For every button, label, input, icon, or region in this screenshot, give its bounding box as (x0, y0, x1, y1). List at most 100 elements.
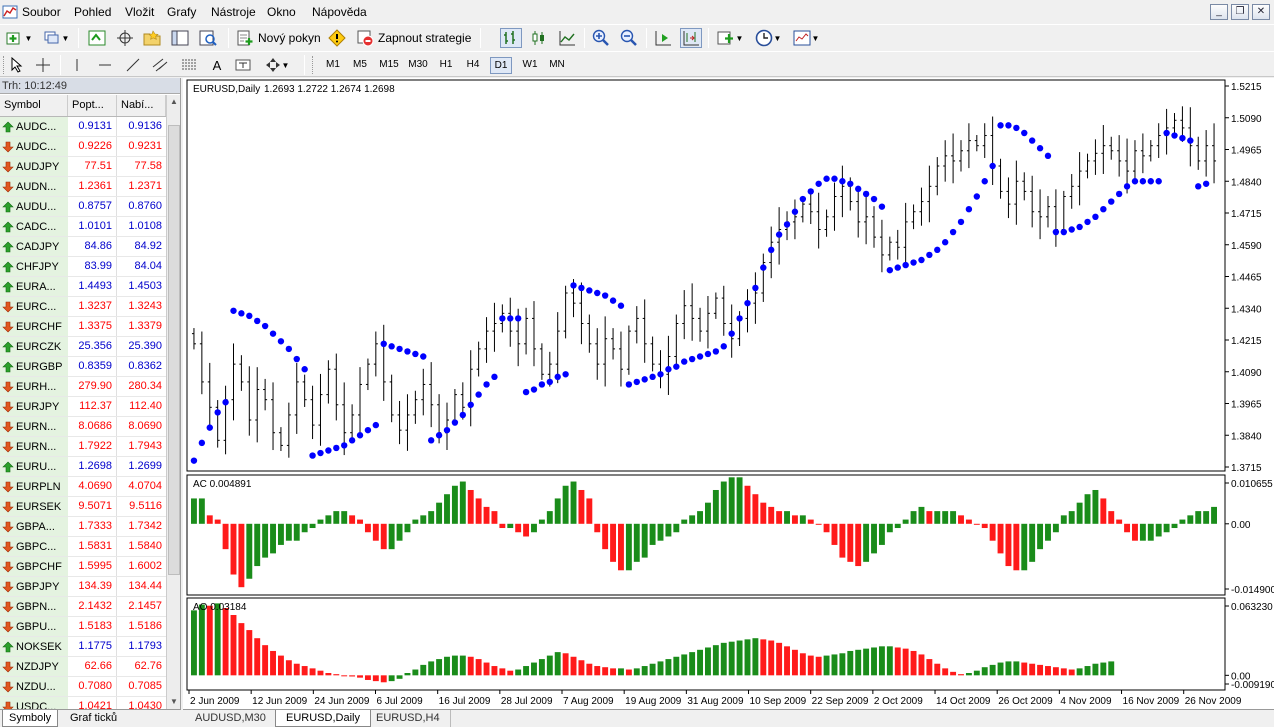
fibonacci-button[interactable] (178, 55, 200, 75)
symbol-name: GBPU... (16, 620, 57, 633)
candlestick-icon (532, 31, 544, 45)
header-ask[interactable]: Nabí... (117, 95, 166, 116)
market-watch-row[interactable]: GBPJPY 134.39 134.44 (0, 577, 166, 597)
candlestick-button[interactable] (528, 28, 550, 48)
menu-file[interactable]: Soubor (22, 5, 61, 19)
menu-charts[interactable]: Grafy (167, 5, 196, 19)
zoom-in-button[interactable] (590, 28, 612, 48)
chart-tab-eurusd-daily[interactable]: EURUSD,Daily (275, 710, 371, 727)
market-watch-row[interactable]: EURPLN 4.0690 4.0704 (0, 477, 166, 497)
market-watch-row[interactable]: EURGBP 0.8359 0.8362 (0, 357, 166, 377)
text-button[interactable]: A (206, 55, 228, 75)
timeframe-h4[interactable]: H4 (462, 57, 484, 74)
minimize-button[interactable]: _ (1210, 4, 1228, 20)
cursor-button[interactable] (6, 55, 28, 75)
timeframe-d1[interactable]: D1 (490, 57, 512, 74)
menu-help[interactable]: Nápověda (312, 5, 367, 19)
text-label-button[interactable] (232, 55, 254, 75)
market-watch-row[interactable]: EURU... 1.2698 1.2699 (0, 457, 166, 477)
new-order-button[interactable]: Nový pokyn (236, 28, 321, 48)
market-watch-row[interactable]: CHFJPY 83.99 84.04 (0, 257, 166, 277)
chart-window[interactable]: 1.5215 1.5090 1.4965 1.4840 1.4715 1.4590 1.44… (183, 78, 1274, 709)
header-bid[interactable]: Popt... (68, 95, 117, 116)
timeframe-h1[interactable]: H1 (435, 57, 457, 74)
ac-histogram-bar (1139, 523, 1146, 541)
market-watch-row[interactable]: EURCHF 1.3375 1.3379 (0, 317, 166, 337)
new-chart-button[interactable]: ▼ (4, 28, 34, 48)
arrows-button[interactable]: ▼ (262, 55, 292, 75)
crosshair-button[interactable] (32, 55, 54, 75)
market-watch-row[interactable]: EURH... 279.90 280.34 (0, 377, 166, 397)
trendline-button[interactable] (122, 55, 144, 75)
market-watch-row[interactable]: AUDJPY 77.51 77.58 (0, 157, 166, 177)
ao-histogram-bar (926, 659, 933, 676)
market-watch-row[interactable]: EURSEK 9.5071 9.5116 (0, 497, 166, 517)
arrow-up-icon (2, 261, 14, 272)
market-watch-row[interactable]: GBPCHF 1.5995 1.6002 (0, 557, 166, 577)
market-watch-row[interactable]: EURA... 1.4493 1.4503 (0, 277, 166, 297)
ac-histogram-bar (1076, 502, 1083, 524)
market-watch-row[interactable]: CADC... 1.0101 1.0108 (0, 217, 166, 237)
market-watch-row[interactable]: GBPU... 1.5183 1.5186 (0, 617, 166, 637)
timeframe-m15[interactable]: M15 (376, 57, 402, 74)
market-watch-row[interactable]: AUDC... 0.9226 0.9231 (0, 137, 166, 157)
vertical-line-button[interactable] (66, 55, 88, 75)
market-watch-row[interactable]: NZDJPY 62.66 62.76 (0, 657, 166, 677)
scroll-thumb[interactable] (168, 125, 180, 575)
line-chart-button[interactable] (556, 28, 578, 48)
menu-view[interactable]: Pohled (74, 5, 111, 19)
restore-button[interactable]: ❐ (1231, 4, 1249, 20)
scroll-up-icon[interactable]: ▲ (167, 95, 181, 109)
terminal-toggle[interactable] (169, 28, 191, 48)
market-watch-row[interactable]: GBPN... 2.1432 2.1457 (0, 597, 166, 617)
zoom-out-button[interactable] (618, 28, 640, 48)
templates-button[interactable]: ▼ (790, 28, 822, 48)
market-watch-row[interactable]: AUDU... 0.8757 0.8760 (0, 197, 166, 217)
data-window-toggle[interactable] (114, 28, 136, 48)
market-watch-row[interactable]: EURCZK 25.356 25.390 (0, 337, 166, 357)
metaeditor-button[interactable] (326, 28, 348, 48)
chart-shift-button[interactable] (680, 28, 702, 48)
menu-tools[interactable]: Nástroje (211, 5, 256, 19)
periods-button[interactable]: ▼ (752, 28, 784, 48)
market-watch-row[interactable]: CADJPY 84.86 84.92 (0, 237, 166, 257)
market-watch-row[interactable]: EURC... 1.3237 1.3243 (0, 297, 166, 317)
market-watch-scrollbar[interactable]: ▲ ▼ (166, 95, 180, 709)
tab-symbols[interactable]: Symboly (2, 710, 59, 727)
chart-tab-eurusd-h4[interactable]: EURUSD,H4 (366, 710, 451, 727)
strategy-tester-toggle[interactable] (197, 28, 219, 48)
menu-window[interactable]: Okno (267, 5, 296, 19)
market-watch-row[interactable]: AUDN... 1.2361 1.2371 (0, 177, 166, 197)
market-watch-toggle[interactable] (86, 28, 108, 48)
close-button[interactable]: ✕ (1252, 4, 1270, 20)
chart-canvas[interactable]: 1.5215 1.5090 1.4965 1.4840 1.4715 1.4590 1.44… (183, 78, 1274, 709)
timeframe-m30[interactable]: M30 (405, 57, 431, 74)
timeframe-w1[interactable]: W1 (518, 57, 542, 74)
market-watch-row[interactable]: EURJPY 112.37 112.40 (0, 397, 166, 417)
tab-tick-chart[interactable]: Graf ticků (64, 710, 123, 727)
market-watch-row[interactable]: AUDC... 0.9131 0.9136 (0, 117, 166, 137)
timeframe-m1[interactable]: M1 (322, 57, 344, 74)
market-watch-row[interactable]: NZDU... 0.7080 0.7085 (0, 677, 166, 697)
market-watch-row[interactable]: NOKSEK 1.1775 1.1793 (0, 637, 166, 657)
market-watch-row[interactable]: EURN... 8.0686 8.0690 (0, 417, 166, 437)
indicators-button[interactable]: ▼ (714, 28, 746, 48)
bar-chart-button[interactable] (500, 28, 522, 48)
scroll-down-icon[interactable]: ▼ (167, 695, 181, 709)
market-watch-row[interactable]: GBPA... 1.7333 1.7342 (0, 517, 166, 537)
chart-tab-audusd-m30[interactable]: AUDUSD,M30 (185, 710, 277, 727)
auto-trading-button[interactable]: Zapnout strategie (356, 28, 471, 48)
market-watch-row[interactable]: GBPC... 1.5831 1.5840 (0, 537, 166, 557)
header-symbol[interactable]: Symbol (0, 95, 68, 116)
equidistant-channel-button[interactable] (150, 55, 172, 75)
timeframe-m5[interactable]: M5 (349, 57, 371, 74)
psar-dot (483, 381, 490, 388)
navigator-toggle[interactable] (141, 28, 163, 48)
market-watch-row[interactable]: EURN... 1.7922 1.7943 (0, 437, 166, 457)
timeframe-mn[interactable]: MN (545, 57, 569, 74)
autoscroll-button[interactable] (652, 28, 674, 48)
horizontal-line-button[interactable] (94, 55, 116, 75)
market-watch-row[interactable]: USDC... 1.0421 1.0430 (0, 697, 166, 709)
profiles-button[interactable]: ▼ (40, 28, 72, 48)
menu-insert[interactable]: Vložit (125, 5, 154, 19)
